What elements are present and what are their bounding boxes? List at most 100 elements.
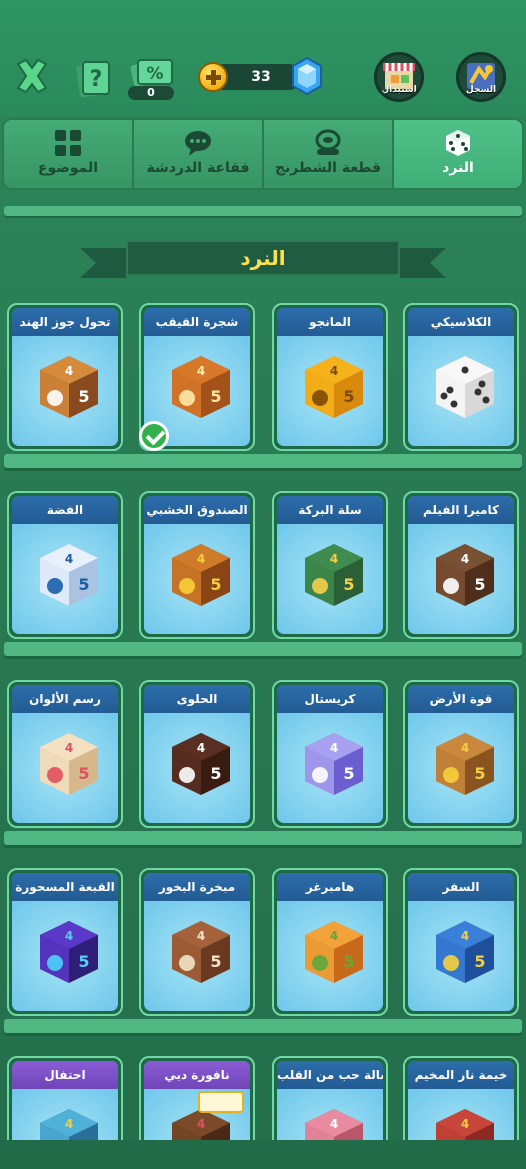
crystal-dice-icon: 54 [305,733,363,795]
gems-count: 33 [251,69,271,85]
shelf-divider [4,642,522,656]
chess-piece-icon [315,129,341,155]
film-camera-dice-icon: 54 [436,544,494,606]
dice-card[interactable]: الصندوق الخشبي 5 4 [139,491,255,639]
dice-card-title: قوة الأرض [408,685,514,713]
dice-card[interactable]: قوة الأرض 5 4 [403,680,519,828]
tabs-divider [4,206,522,216]
dice-card[interactable]: المانجو 5 4 [272,303,388,451]
coconut-dice-icon: 54 [40,356,98,418]
category-tabs: الموضوع فقاعة الدردشة قطعة الشطرنج النرد [2,118,524,190]
dice-card[interactable]: الكلاسيكي [403,303,519,451]
help-icon[interactable]: ? [74,58,112,98]
color-painting-dice-icon: 54 [40,733,98,795]
svg-text:4: 4 [330,552,338,566]
dice-card-body: كاميرا الفيلم 5 4 [408,496,514,634]
dice-card-title: احتفال [12,1061,118,1089]
svg-text:4: 4 [65,552,73,566]
tab-chess-piece-label: قطعة الشطرنج [274,160,382,176]
svg-text:5: 5 [210,952,221,971]
collab-badge-icon [198,1091,244,1113]
svg-text:5: 5 [343,575,354,594]
dice-card-body: الكلاسيكي [408,308,514,446]
dice-card[interactable]: تحول جوز الهند 5 4 [7,303,123,451]
shelf-divider [4,831,522,845]
section-header: النرد [80,238,446,282]
svg-text:4: 4 [197,364,205,378]
dice-card-title: الكلاسيكي [408,308,514,336]
dice-card-body: كريستال 5 4 [277,685,383,823]
dice-card[interactable]: شجرة القيقب 5 4 [139,303,255,451]
dice-icon [446,130,470,156]
classic-white-dice-icon [436,356,494,418]
dice-card-body: الحلوى 5 4 [144,685,250,823]
dice-card-body: مبخرة البخور 5 4 [144,873,250,1011]
magic-hat-dice-icon: 54 [40,921,98,983]
svg-text:4: 4 [65,364,73,378]
hamburger-dice-icon: 54 [305,921,363,983]
maple-dice-icon: 54 [172,356,230,418]
tab-chat-bubble[interactable]: فقاعة الدردشة [134,120,264,188]
dice-card-title: القبعة المسحورة [12,873,118,901]
section-title: النرد [126,240,400,276]
tab-chess-piece[interactable]: قطعة الشطرنج [264,120,394,188]
dice-card-body: القبعة المسحورة 5 4 [12,873,118,1011]
dice-card-body: رسم الألوان 5 4 [12,685,118,823]
add-gems-button[interactable] [198,62,228,92]
dice-card-body: الفضة 5 4 [12,496,118,634]
dice-card[interactable]: هامبرغر 5 4 [272,868,388,1016]
dice-card[interactable]: كريستال 5 4 [272,680,388,828]
dice-card[interactable]: رسم الألوان 5 4 [7,680,123,828]
gem-icon [292,56,322,96]
mango-dice-icon: 54 [305,356,363,418]
svg-text:4: 4 [197,929,205,943]
svg-text:4: 4 [330,929,338,943]
svg-text:4: 4 [330,1117,338,1131]
tab-chat-bubble-label: فقاعة الدردشة [146,160,250,176]
dice-card[interactable]: القبعة المسحورة 5 4 [7,868,123,1016]
svg-text:5: 5 [474,575,485,594]
svg-text:5: 5 [343,387,354,406]
dice-card[interactable]: سلة البركة 5 4 [272,491,388,639]
candy-dice-icon: 54 [172,733,230,795]
tab-theme[interactable]: الموضوع [4,120,134,188]
dice-card-title: خيمة نار المخيم [408,1061,514,1089]
history-log-button[interactable]: السجل [456,52,506,102]
svg-text:5: 5 [78,764,89,783]
svg-text:5: 5 [474,952,485,971]
svg-text:4: 4 [461,1117,469,1131]
svg-text:5: 5 [78,952,89,971]
exchange-shop-button[interactable]: استبدال [374,52,424,102]
dice-card-title: نافورة دبي [144,1061,250,1089]
dice-card-body: السفر 5 4 [408,873,514,1011]
svg-text:4: 4 [197,1117,205,1131]
svg-text:5: 5 [343,764,354,783]
dice-card-title: هامبرغر [277,873,383,901]
dice-card[interactable]: الفضة 5 4 [7,491,123,639]
incense-burner-dice-icon: 54 [172,921,230,983]
silver-dice-icon: 54 [40,544,98,606]
svg-text:4: 4 [461,552,469,566]
svg-text:4: 4 [461,741,469,755]
dice-card-title: السفر [408,873,514,901]
svg-text:5: 5 [210,387,221,406]
dice-card-title: رسم الألوان [12,685,118,713]
dice-card-body: المانجو 5 4 [277,308,383,446]
exchange-shop-label: استبدال [381,85,417,95]
dice-card[interactable]: الحلوى 5 4 [139,680,255,828]
svg-text:5: 5 [343,952,354,971]
tab-theme-label: الموضوع [37,160,99,176]
earth-power-dice-icon: 54 [436,733,494,795]
dice-card[interactable]: السفر 5 4 [403,868,519,1016]
dice-card-body: قوة الأرض 5 4 [408,685,514,823]
dice-card-title: الحلوى [144,685,250,713]
svg-text:5: 5 [78,387,89,406]
dice-card[interactable]: مبخرة البخور 5 4 [139,868,255,1016]
dice-card[interactable]: كاميرا الفيلم 5 4 [403,491,519,639]
history-log-label: السجل [465,85,497,95]
svg-text:5: 5 [474,764,485,783]
dice-card-title: المانجو [277,308,383,336]
dice-card-title: كاميرا الفيلم [408,496,514,524]
tab-dice[interactable]: النرد [394,120,522,188]
close-icon[interactable] [12,56,52,96]
